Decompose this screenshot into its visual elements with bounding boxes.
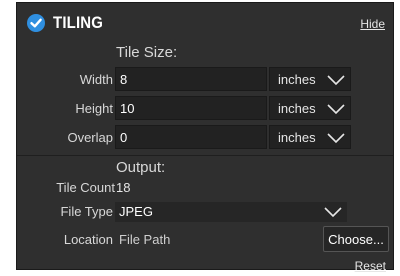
chevron-down-icon — [324, 207, 342, 218]
chevron-down-icon — [327, 133, 345, 144]
width-unit-select[interactable]: inches — [269, 67, 351, 91]
width-input[interactable]: 8 — [115, 67, 267, 91]
tile-size-heading: Tile Size: — [116, 44, 178, 61]
overlap-input[interactable]: 0 — [115, 125, 267, 149]
output-heading: Output: — [116, 159, 166, 176]
section-divider — [17, 155, 393, 156]
chevron-down-icon — [327, 75, 345, 86]
tile-count-value: 18 — [116, 180, 131, 195]
overlap-unit-select[interactable]: inches — [269, 125, 351, 149]
tile-count-label: Tile Count — [56, 180, 115, 195]
width-unit-value: inches — [278, 72, 316, 87]
file-type-select[interactable]: JPEG — [115, 202, 347, 222]
panel-title: TILING — [53, 13, 104, 32]
height-unit-select[interactable]: inches — [269, 96, 351, 120]
choose-button[interactable]: Choose... — [323, 226, 389, 252]
height-input[interactable]: 10 — [115, 96, 267, 120]
hide-link[interactable]: Hide — [360, 17, 385, 31]
width-label: Width — [79, 72, 113, 87]
chevron-down-icon — [327, 104, 345, 115]
location-value: File Path — [119, 232, 171, 247]
checkmark-icon[interactable] — [27, 14, 45, 32]
overlap-unit-value: inches — [278, 130, 316, 145]
file-type-label: File Type — [60, 204, 113, 219]
overlap-label: Overlap — [67, 130, 113, 145]
location-label: Location — [63, 232, 113, 247]
height-unit-value: inches — [278, 101, 316, 116]
reset-link[interactable]: Reset — [355, 259, 386, 273]
panel-header: TILING Hide — [17, 3, 393, 39]
tiling-panel: TILING Hide Tile Size: Width 8 inches He… — [16, 2, 394, 273]
height-label: Height — [75, 101, 113, 116]
file-type-value: JPEG — [119, 204, 153, 219]
